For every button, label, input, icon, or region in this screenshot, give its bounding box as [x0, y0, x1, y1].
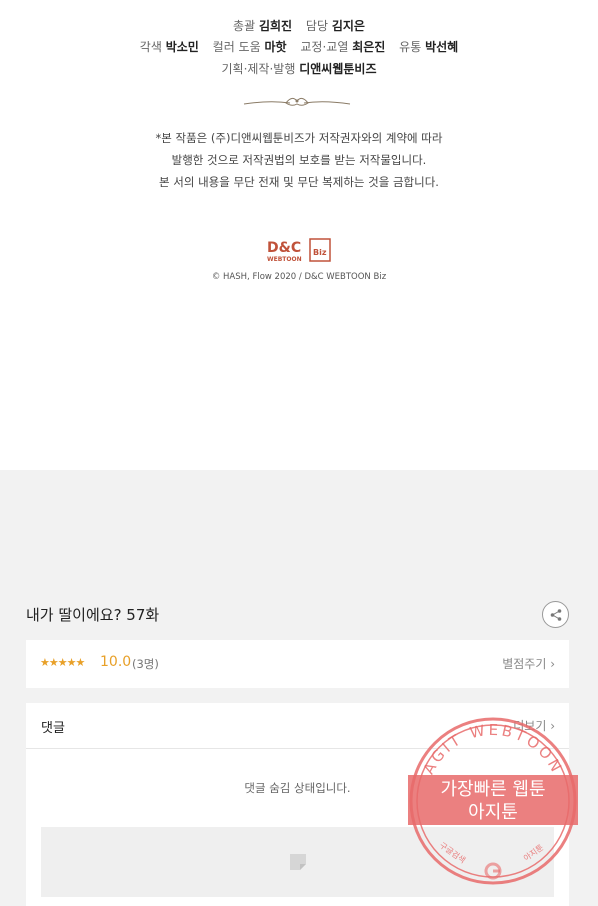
share-button[interactable]: [542, 601, 569, 628]
credit-line-1: 총괄 김희진 담당 김지은: [233, 19, 365, 33]
credit-line-3: 기획·제작·발행 디앤씨웹툰비즈: [221, 62, 377, 76]
svg-text:D&C: D&C: [267, 240, 301, 256]
comment-title: 댓글: [41, 721, 65, 736]
svg-text:AGIT WEBTOON: AGIT WEBTOON: [420, 721, 567, 777]
svg-text:WEBTOON: WEBTOON: [267, 256, 302, 263]
credit-line-2: 각색 박소민 컬러 도움 마핫 교정·교열 최은진 유통 박선혜: [139, 40, 459, 54]
rating-count: (3명): [132, 657, 159, 671]
svg-text:구글검색: 구글검색: [438, 840, 468, 865]
notice-line-3: 본 서의 내용을 무단 전재 및 무단 복제하는 것을 금합니다.: [159, 175, 439, 189]
credits-section: 총괄 김희진 담당 김지은 각색 박소민 컬러 도움 마핫 교정·교열 최은진 …: [0, 0, 598, 470]
notice-line-2: 발행한 것으로 저작권법의 보호를 받는 저작물입니다.: [171, 153, 427, 167]
ornament-divider-icon: [243, 97, 351, 106]
note-icon: [290, 854, 306, 870]
agit-webtoon-watermark: AGIT WEBTOON 가장빠른 웹툰 아지툰 구글검색 아지툰: [408, 717, 578, 885]
episode-title: 내가 딸이에요? 57화: [26, 606, 160, 624]
google-g-icon: [484, 862, 502, 880]
copyright-text: © HASH, Flow 2020 / D&C WEBTOON Biz: [211, 272, 387, 282]
share-icon: [550, 608, 561, 621]
rating-card: ★★★★★ 10.0 (3명) 별점주기 ›: [26, 640, 569, 688]
svg-text:가장빠른 웹툰: 가장빠른 웹툰: [440, 779, 545, 800]
rate-button[interactable]: 별점주기 ›: [502, 655, 555, 672]
notice-line-1: *본 작품은 (주)디앤씨웹툰비즈가 저작권자와의 계약에 따라: [155, 131, 443, 145]
svg-text:아지툰: 아지툰: [468, 802, 518, 823]
dc-webtoon-logo: D&C WEBTOON Biz: [267, 238, 331, 263]
star-rating-icon: ★★★★★: [40, 656, 85, 669]
svg-text:Biz: Biz: [313, 248, 327, 257]
rating-score: 10.0: [100, 654, 132, 670]
